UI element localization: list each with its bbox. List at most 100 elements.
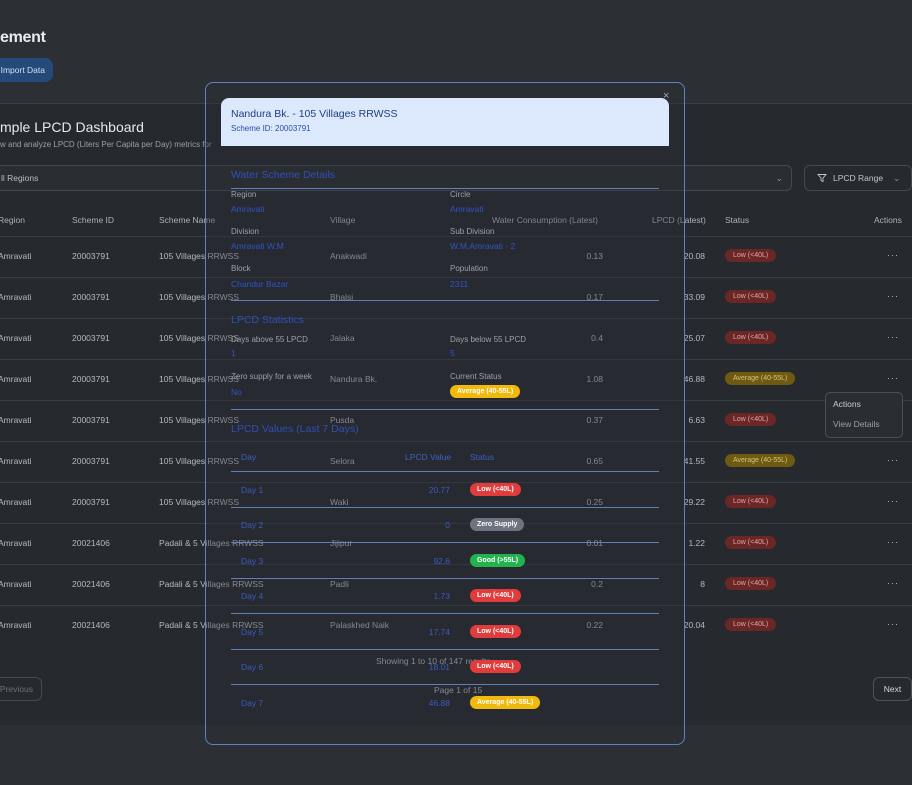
- cell-scheme-id: 20003791: [72, 251, 110, 261]
- cell-region: Amravati: [0, 415, 32, 425]
- region-label: Region: [231, 190, 257, 199]
- lpcd-value: 1.73: [433, 591, 450, 601]
- col-day: Day: [241, 452, 257, 462]
- view-details-menu-item[interactable]: View Details: [833, 419, 880, 429]
- header-scheme-id[interactable]: Scheme ID: [72, 215, 114, 225]
- stats-heading: LPCD Statistics: [231, 314, 304, 326]
- cell-region: Amravati: [0, 333, 32, 343]
- day-status-badge: Low (<40L): [470, 625, 521, 638]
- status-badge: Low (<40L): [725, 495, 777, 508]
- actions-dropdown-title: Actions: [833, 399, 861, 409]
- region-filter-value: ll Regions: [1, 173, 39, 183]
- cell-scheme-id: 20021406: [72, 579, 110, 589]
- status-badge: Low (<40L): [725, 331, 777, 344]
- lpcd-value: 18.01: [428, 662, 450, 672]
- day-label: Day 4: [241, 591, 264, 601]
- divider: [231, 300, 659, 301]
- divider: [231, 649, 659, 650]
- subdivision-label: Sub Division: [450, 227, 495, 236]
- divider: [231, 578, 659, 579]
- page-title: ement: [0, 29, 46, 46]
- row-actions-button[interactable]: ···: [887, 455, 899, 465]
- cell-scheme-id: 20003791: [72, 333, 110, 343]
- cell-scheme-id: 20003791: [72, 415, 110, 425]
- block-value: Chandur Bazar: [231, 279, 289, 289]
- cell-scheme-id: 20021406: [72, 620, 110, 630]
- row-actions-button[interactable]: ···: [887, 250, 899, 260]
- row-actions-button[interactable]: ···: [887, 291, 899, 301]
- status-badge: Low (<40L): [725, 618, 777, 631]
- divider: [231, 684, 659, 685]
- day-status-badge: Zero Supply: [470, 518, 525, 531]
- filter-icon: [817, 174, 827, 183]
- cell-region: Amravati: [0, 251, 32, 261]
- region-value: Amravati: [231, 204, 265, 214]
- import-data-button[interactable]: Import Data: [0, 58, 53, 82]
- row-actions-button[interactable]: ···: [887, 332, 899, 342]
- cell-region: Amravati: [0, 456, 32, 466]
- current-status-label: Current Status: [450, 372, 502, 381]
- circle-label: Circle: [450, 190, 471, 199]
- cell-scheme-id: 20003791: [72, 497, 110, 507]
- lpcd-value: 46.88: [428, 698, 450, 708]
- zero-supply-value: No: [231, 387, 242, 397]
- row-actions-button[interactable]: ···: [887, 578, 899, 588]
- cell-region: Amravati: [0, 374, 32, 384]
- scheme-details-modal: [205, 82, 685, 745]
- day-label: Day 1: [241, 485, 264, 495]
- day-label: Day 3: [241, 556, 264, 566]
- population-label: Population: [450, 264, 488, 273]
- status-badge: Low (<40L): [725, 290, 777, 303]
- zero-supply-label: Zero supply for a week: [231, 372, 312, 381]
- dashboard-subtitle: w and analyze LPCD (Liters Per Capita pe…: [0, 140, 212, 149]
- header-actions: Actions: [874, 215, 902, 225]
- previous-button[interactable]: Previous: [0, 677, 42, 701]
- days-below-label: Days below 55 LPCD: [450, 335, 527, 344]
- day-label: Day 6: [241, 662, 264, 672]
- cell-scheme-id: 20021406: [72, 538, 110, 548]
- cell-region: Amravati: [0, 620, 32, 630]
- block-label: Block: [231, 264, 251, 273]
- details-heading: Water Scheme Details: [231, 169, 336, 181]
- chevron-down-icon: ⌄: [775, 173, 783, 183]
- circle-value: Amravati: [450, 204, 484, 214]
- cell-region: Amravati: [0, 292, 32, 302]
- day-status-badge: Good (>55L): [470, 554, 526, 567]
- cell-region: Amravati: [0, 579, 32, 589]
- subdivision-value: W.M.Amravati - 2: [450, 241, 516, 251]
- day-label: Day 7: [241, 698, 264, 708]
- cell-region: Amravati: [0, 538, 32, 548]
- day-status-badge: Low (<40L): [470, 660, 521, 673]
- next-button[interactable]: Next: [873, 677, 912, 701]
- dashboard-title: mple LPCD Dashboard: [0, 119, 144, 135]
- status-badge: Low (<40L): [725, 577, 777, 590]
- header-region[interactable]: Region: [0, 215, 25, 225]
- status-badge: Average (40-55L): [725, 372, 796, 385]
- row-actions-button[interactable]: ···: [887, 373, 899, 383]
- divider: [231, 542, 659, 543]
- day-status-badge: Low (<40L): [470, 483, 521, 496]
- status-badge: Low (<40L): [725, 536, 777, 549]
- population-value: 2311: [450, 279, 469, 289]
- modal-header: [221, 98, 669, 146]
- chevron-down-icon: ⌄: [893, 172, 901, 183]
- col-status: Status: [470, 452, 495, 462]
- day-label: Day 2: [241, 520, 264, 530]
- division-label: Division: [231, 227, 260, 236]
- col-lpcd-value: LPCD Value: [405, 452, 452, 462]
- row-actions-button[interactable]: ···: [887, 537, 899, 547]
- status-badge: Average (40-55L): [725, 454, 796, 467]
- actions-dropdown: Actions View Details: [825, 392, 903, 438]
- days-below-value: 5: [450, 348, 455, 358]
- day-label: Day 5: [241, 627, 264, 637]
- lpcd-range-filter[interactable]: LPCD Range ⌄: [804, 165, 912, 191]
- cell-scheme-id: 20003791: [72, 456, 110, 466]
- row-actions-button[interactable]: ···: [887, 496, 899, 506]
- row-actions-button[interactable]: ···: [887, 619, 899, 629]
- divider: [231, 409, 659, 410]
- status-badge: Low (<40L): [725, 249, 777, 262]
- divider: [231, 507, 659, 508]
- division-value: Amravati W.M: [231, 241, 284, 251]
- header-status[interactable]: Status: [725, 215, 749, 225]
- lpcd-value: 20.77: [428, 485, 450, 495]
